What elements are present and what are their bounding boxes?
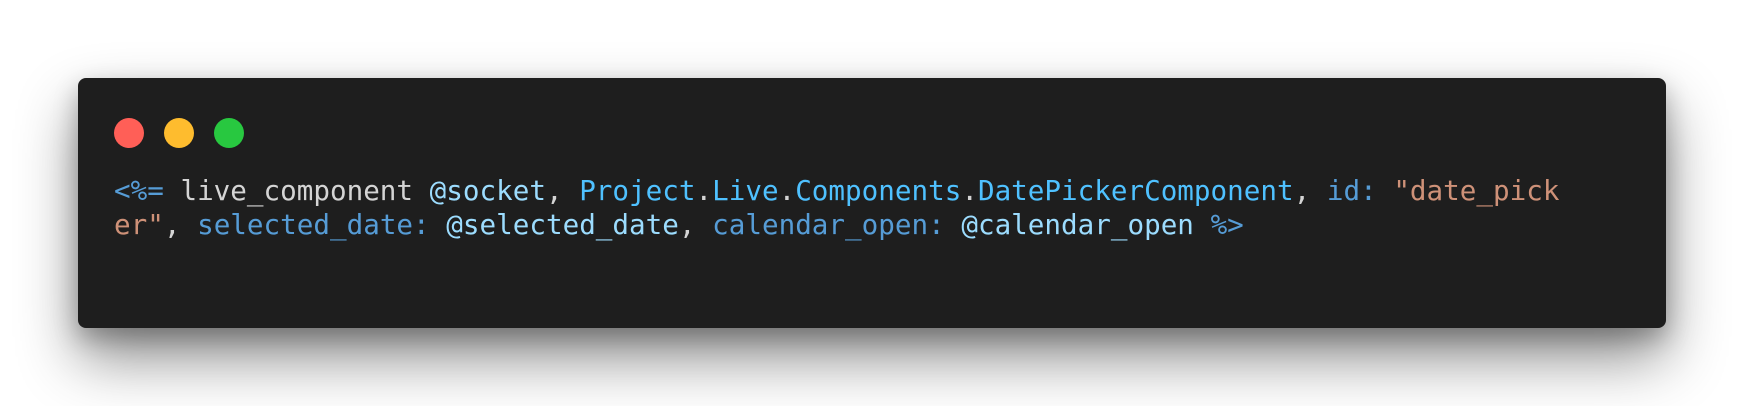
- minimize-button[interactable]: [164, 118, 194, 148]
- code-token-punct: .: [778, 174, 796, 207]
- code-token-module: Components: [795, 174, 962, 207]
- code-token-string: er": [114, 208, 164, 241]
- code-token-punct: ,: [163, 208, 198, 241]
- code-token-assign: @calendar_open: [961, 208, 1194, 241]
- code-token-assign: @selected_date: [446, 208, 679, 241]
- window-controls: [114, 118, 244, 148]
- code-token-punct: ,: [1293, 174, 1327, 207]
- code-token-module: Live: [712, 174, 779, 207]
- code-token-string: "date_pick: [1393, 174, 1560, 207]
- code-token-key: id:: [1326, 174, 1377, 207]
- code-token-plain: live_component: [163, 174, 430, 207]
- code-line-2: er", selected_date: @selected_date, cale…: [114, 208, 1654, 242]
- code-token-key: selected_date:: [197, 208, 430, 241]
- code-token-punct: ,: [678, 208, 713, 241]
- code-block: <%= live_component @socket, Project.Live…: [114, 174, 1654, 242]
- code-token-punct: .: [695, 174, 713, 207]
- code-line-1: <%= live_component @socket, Project.Live…: [114, 174, 1654, 208]
- code-token-assign: @socket: [429, 174, 546, 207]
- code-token-key: calendar_open:: [712, 208, 945, 241]
- code-token-tag: %>: [1210, 208, 1244, 241]
- code-token-module: DatePickerComponent: [977, 174, 1294, 207]
- maximize-button[interactable]: [214, 118, 244, 148]
- code-token-punct: .: [961, 174, 978, 207]
- code-window: <%= live_component @socket, Project.Live…: [78, 78, 1666, 328]
- code-token-tag: <%=: [114, 174, 164, 207]
- close-button[interactable]: [114, 118, 144, 148]
- code-token-punct: ,: [545, 174, 580, 207]
- code-token-module: Project: [579, 174, 696, 207]
